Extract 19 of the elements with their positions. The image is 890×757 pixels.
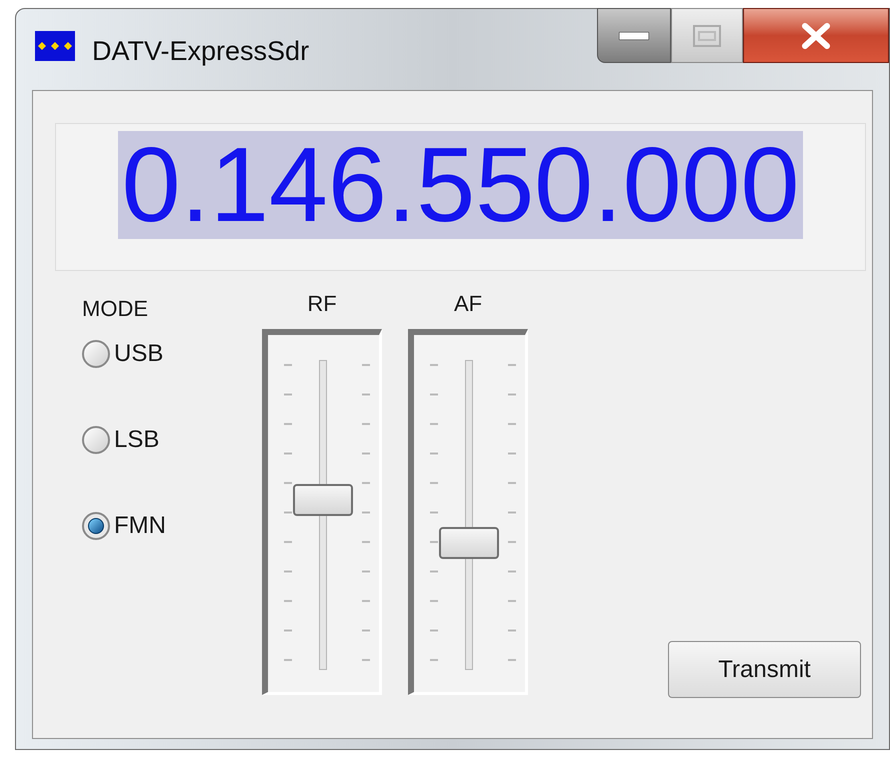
window-title: DATV-ExpressSdr — [92, 35, 310, 68]
slider-label: RF — [307, 290, 337, 318]
minimize-icon — [619, 32, 649, 40]
transmit-button[interactable]: Transmit — [668, 641, 861, 698]
mode-radio[interactable]: LSB — [82, 423, 212, 457]
minimize-button[interactable] — [597, 8, 671, 63]
app-logo-icon — [35, 31, 75, 61]
slider[interactable] — [408, 329, 528, 695]
maximize-icon — [693, 24, 721, 46]
slider-thumb[interactable] — [439, 526, 499, 559]
mode-label: MODE — [82, 295, 149, 323]
mode-radio[interactable]: USB — [82, 337, 212, 371]
slider-label: AF — [454, 290, 482, 318]
close-icon — [801, 22, 831, 48]
frequency-value: 0.146.550.000 — [118, 131, 804, 239]
mode-radio[interactable]: FMN — [82, 509, 212, 543]
slider[interactable] — [262, 329, 382, 695]
close-button[interactable] — [743, 8, 889, 63]
slider-thumb[interactable] — [293, 484, 353, 516]
